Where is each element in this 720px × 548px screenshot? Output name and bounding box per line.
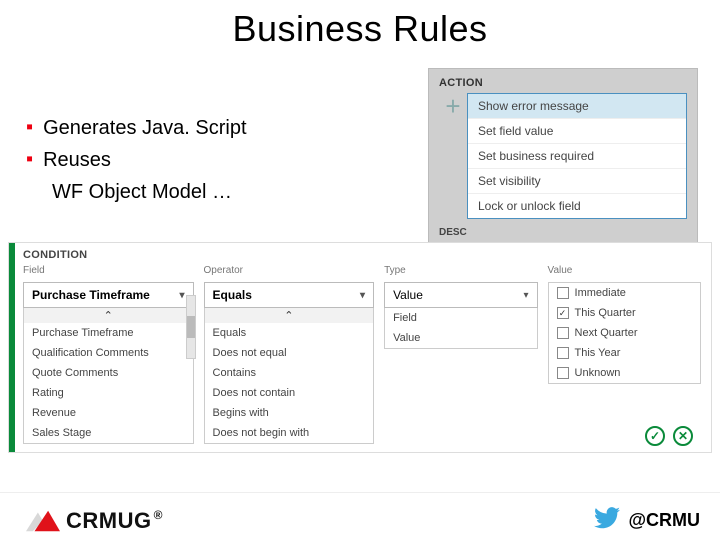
operator-option[interactable]: Does not equal (205, 343, 374, 363)
action-item-set-field-value[interactable]: Set field value (468, 119, 686, 144)
condition-accent (9, 243, 15, 452)
chevron-down-icon: ▾ (180, 290, 185, 301)
action-menu[interactable]: Show error message Set field value Set b… (467, 93, 687, 219)
value-option-unknown[interactable]: Unknown (549, 363, 700, 383)
field-label: Field (23, 265, 194, 276)
field-column: Field Purchase Timeframe ▾ ⌃ Purchase Ti… (23, 265, 194, 444)
value-option-this-year[interactable]: This Year (549, 343, 700, 363)
type-column: Type Value ▾ Field Value (384, 265, 537, 444)
operator-option[interactable]: Does not begin with (205, 423, 374, 443)
condition-header: CONDITION (9, 243, 711, 265)
checkbox-icon[interactable] (557, 347, 569, 359)
scroll-up-icon[interactable]: ⌃ (205, 308, 374, 323)
operator-option[interactable]: Does not contain (205, 383, 374, 403)
field-dropdown[interactable]: Purchase Timeframe ▾ ⌃ Purchase Timefram… (23, 282, 194, 444)
plus-icon[interactable]: + (439, 93, 467, 119)
value-option-immediate[interactable]: Immediate (549, 283, 700, 303)
confirm-icon[interactable]: ✓ (645, 426, 665, 446)
type-selected: Value (393, 288, 423, 302)
operator-label: Operator (204, 265, 375, 276)
action-item-show-error[interactable]: Show error message (468, 94, 686, 119)
twitter-block: @CRMU (594, 505, 700, 536)
chevron-down-icon: ▾ (524, 290, 529, 301)
type-dropdown[interactable]: Value ▾ Field Value (384, 282, 537, 349)
action-item-set-visibility[interactable]: Set visibility (468, 169, 686, 194)
checkbox-icon[interactable] (557, 327, 569, 339)
operator-selected: Equals (213, 288, 252, 302)
condition-panel: CONDITION Field Purchase Timeframe ▾ ⌃ P… (8, 242, 712, 453)
scroll-up-icon[interactable]: ⌃ (24, 308, 193, 323)
bullet-glyph: ▪ (26, 144, 33, 174)
value-option-this-quarter[interactable]: This Quarter (549, 303, 700, 323)
crmug-logo: CRMUG® (26, 508, 163, 534)
operator-option[interactable]: Contains (205, 363, 374, 383)
value-label: Value (548, 265, 701, 276)
bullet-glyph: ▪ (26, 112, 33, 142)
field-option[interactable]: Purchase Timeframe (24, 323, 193, 343)
slide-title: Business Rules (0, 8, 720, 50)
type-label: Type (384, 265, 537, 276)
operator-option[interactable]: Equals (205, 323, 374, 343)
action-item-lock-unlock[interactable]: Lock or unlock field (468, 194, 686, 218)
bullet-1: Generates Java. Script (43, 112, 246, 144)
bullet-2: Reuses (43, 144, 111, 176)
operator-column: Operator Equals ▾ ⌃ Equals Does not equa… (204, 265, 375, 444)
bullet-list: ▪ Generates Java. Script ▪ Reuses WF Objec… (26, 112, 247, 208)
field-selected: Purchase Timeframe (32, 288, 150, 302)
checkbox-icon[interactable] (557, 287, 569, 299)
description-label: DESC (439, 227, 467, 238)
field-option[interactable]: Qualification Comments (24, 343, 193, 363)
field-option[interactable]: Revenue (24, 403, 193, 423)
type-option[interactable]: Field (385, 308, 536, 328)
operator-option[interactable]: Begins with (205, 403, 374, 423)
action-header: ACTION (439, 77, 687, 89)
field-option[interactable]: Quote Comments (24, 363, 193, 383)
checkbox-icon[interactable] (557, 307, 569, 319)
logo-mark-icon (26, 510, 60, 532)
twitter-icon (594, 505, 620, 536)
field-option[interactable]: Sales Stage (24, 423, 193, 443)
action-panel: ACTION + Show error message Set field va… (428, 68, 698, 265)
checkbox-icon[interactable] (557, 367, 569, 379)
scrollbar[interactable] (186, 295, 196, 359)
type-option[interactable]: Value (385, 328, 536, 348)
chevron-down-icon: ▾ (360, 290, 365, 301)
logo-text: CRMUG® (66, 508, 163, 534)
bullet-3: WF Object Model … (52, 176, 232, 208)
operator-dropdown[interactable]: Equals ▾ ⌃ Equals Does not equal Contain… (204, 282, 375, 444)
cancel-icon[interactable]: ✕ (673, 426, 693, 446)
action-item-set-business-required[interactable]: Set business required (468, 144, 686, 169)
value-option-next-quarter[interactable]: Next Quarter (549, 323, 700, 343)
value-column: Value Immediate This Quarter Next Quarte… (548, 265, 701, 444)
field-option[interactable]: Rating (24, 383, 193, 403)
twitter-handle: @CRMU (628, 510, 700, 531)
